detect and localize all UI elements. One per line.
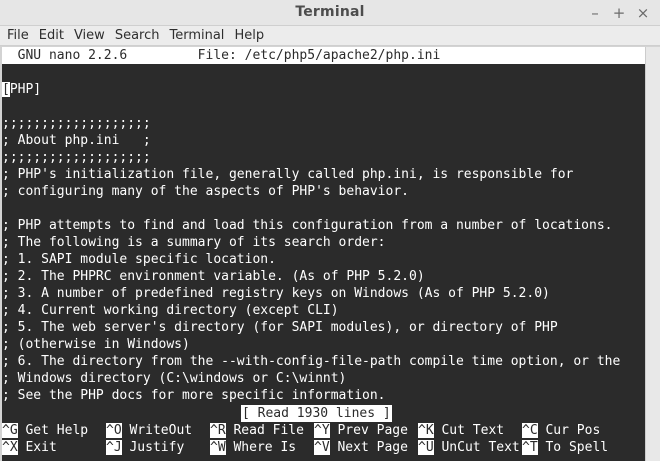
window-titlebar[interactable]: Terminal – + × <box>0 0 660 26</box>
editor-line: ; 3. A number of predefined registry key… <box>2 286 550 301</box>
maximize-icon[interactable]: + <box>608 3 630 23</box>
shortcut-uncut-text[interactable]: ^U UnCut Text <box>418 439 520 456</box>
shortcut-where-is[interactable]: ^W Where Is <box>210 439 296 456</box>
shortcut-next-page[interactable]: ^V Next Page <box>314 439 408 456</box>
nano-header: GNU nano 2.2.6 File: /etc/php5/apache2/p… <box>2 47 645 64</box>
menu-edit[interactable]: Edit <box>34 27 69 45</box>
menu-terminal[interactable]: Terminal <box>164 27 229 45</box>
shortcut-read-file[interactable]: ^R Read File <box>210 422 304 439</box>
menu-help[interactable]: Help <box>229 27 269 45</box>
editor-line: ; configuring many of the aspects of PHP… <box>2 184 409 199</box>
editor-line: ; 2. The PHPRC environment variable. (As… <box>2 269 425 284</box>
editor-line: ; 5. The web server's directory (for SAP… <box>2 320 558 335</box>
menu-search[interactable]: Search <box>110 27 165 45</box>
editor-line: ; See the PHP docs for more specific inf… <box>2 388 386 403</box>
editor-line: ; PHP attempts to find and load this con… <box>2 218 613 233</box>
editor-line: ;;;;;;;;;;;;;;;;;;; <box>2 150 151 165</box>
editor-line: ; 1. SAPI module specific location. <box>2 252 276 267</box>
window-controls: – + × <box>584 3 654 23</box>
menubar: File Edit View Search Terminal Help <box>0 26 660 46</box>
shortcut-cur-pos[interactable]: ^C Cur Pos <box>522 422 600 439</box>
shortcut-prev-page[interactable]: ^Y Prev Page <box>314 422 408 439</box>
editor-line-text: PHP] <box>9 82 42 97</box>
editor-line: ; (otherwise in Windows) <box>2 337 190 352</box>
shortcut-justify[interactable]: ^J Justify <box>106 439 184 456</box>
shortcut-cut-text[interactable]: ^K Cut Text <box>418 422 504 439</box>
text-cursor: [ <box>2 82 10 97</box>
status-message: [ Read 1930 lines ] <box>241 405 392 422</box>
shortcut-get-help[interactable]: ^G Get Help <box>2 422 88 439</box>
shortcut-exit[interactable]: ^X Exit <box>2 439 57 456</box>
shortcut-writeout[interactable]: ^O WriteOut <box>106 422 192 439</box>
terminal-scrollbar[interactable] <box>645 47 660 461</box>
window-title: Terminal <box>295 4 365 20</box>
editor-line: ; 4. Current working directory (except C… <box>2 303 339 318</box>
close-icon[interactable]: × <box>632 3 654 23</box>
editor-line: ;;;;;;;;;;;;;;;;;;; <box>2 116 151 131</box>
editor-line: ; Windows directory (C:\windows or C:\wi… <box>2 371 347 386</box>
minimize-icon[interactable]: – <box>584 3 606 23</box>
editor-line: ; PHP's initialization file, generally c… <box>2 167 574 182</box>
shortcut-to-spell[interactable]: ^T To Spell <box>522 439 608 456</box>
menu-view[interactable]: View <box>69 27 110 45</box>
editor-line: ; 6. The directory from the --with-confi… <box>2 354 621 369</box>
editor-line: ; About php.ini ; <box>2 133 151 148</box>
editor-line: ; The following is a summary of its sear… <box>2 235 386 250</box>
terminal-area[interactable]: GNU nano 2.2.6 File: /etc/php5/apache2/p… <box>2 47 645 461</box>
editor-line: [PHP] <box>2 81 41 98</box>
menu-file[interactable]: File <box>2 27 34 45</box>
